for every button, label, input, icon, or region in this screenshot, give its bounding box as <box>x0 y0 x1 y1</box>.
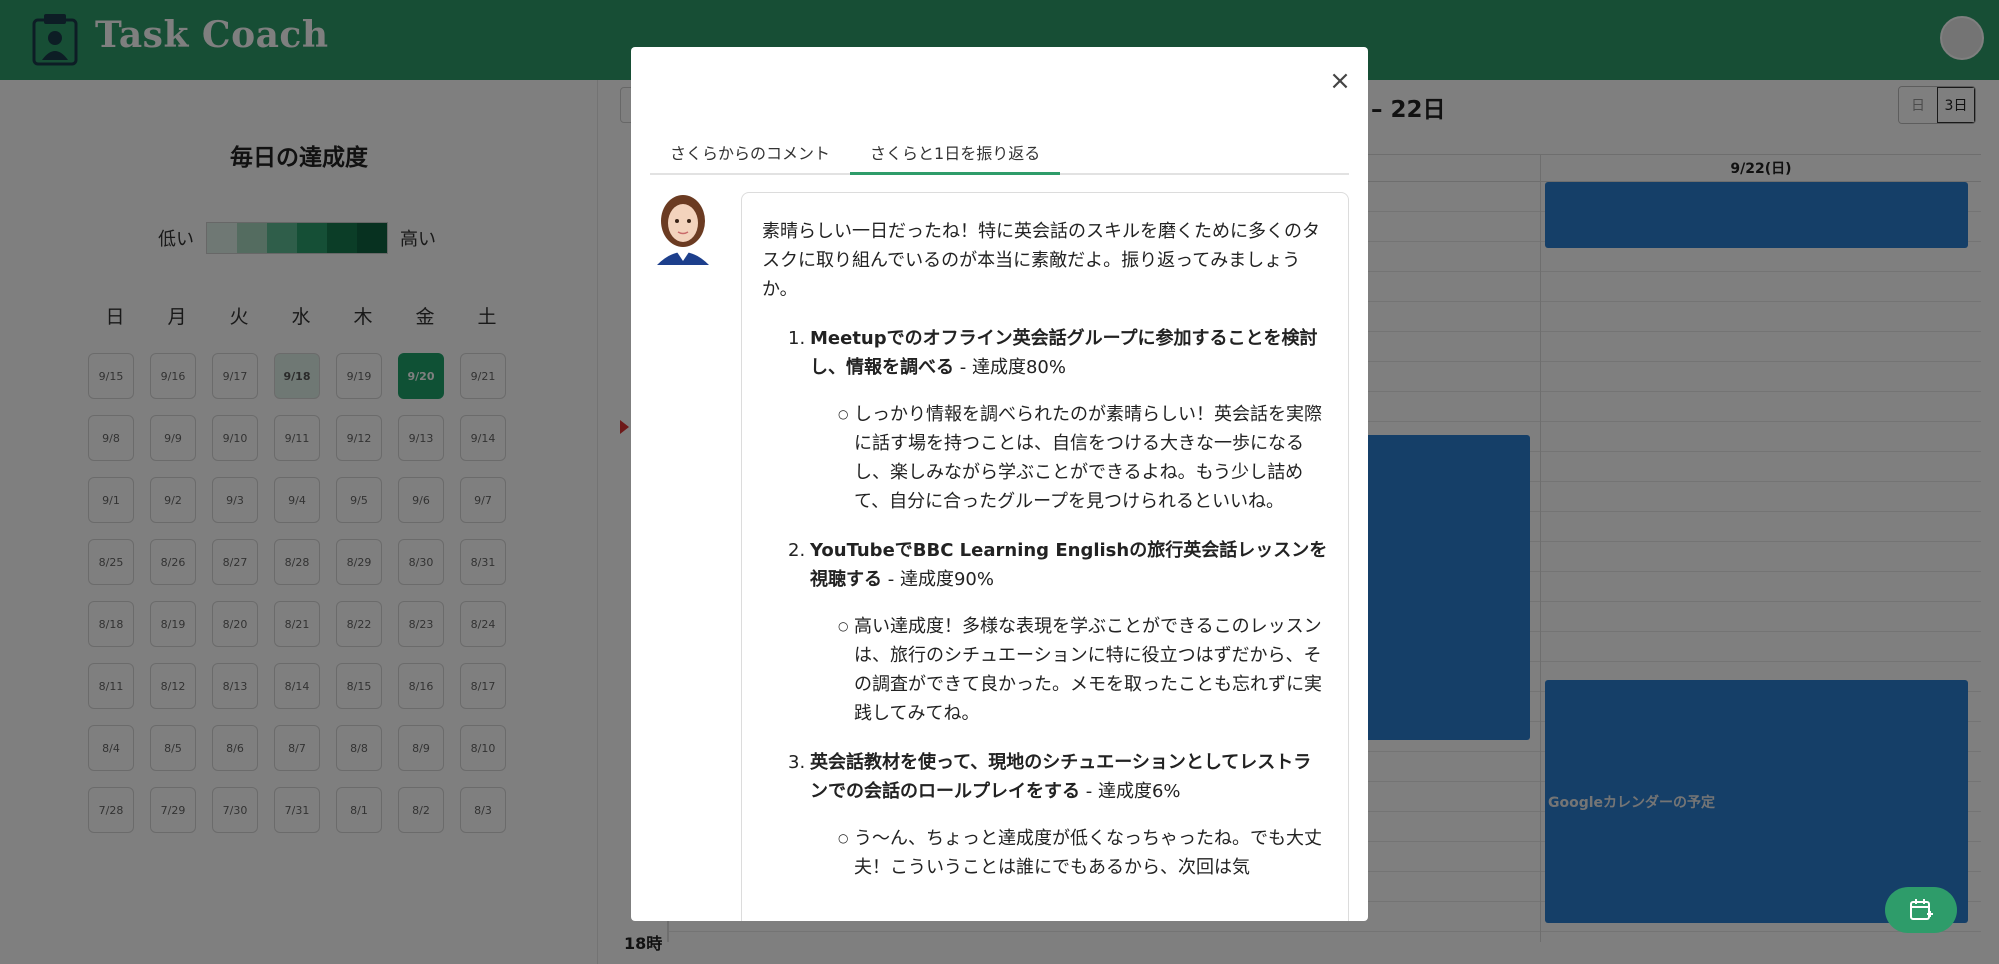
task-title: 英会話教材を使って、現地のシチュエーションとしてレストランでの会話のロールプレイ… <box>810 752 1312 802</box>
circle-bullet-icon: ○ <box>838 831 849 845</box>
list-item-comment: ○ 高い達成度！多様な表現を学ぶことができるこのレッスンは、旅行のシチュエーショ… <box>838 612 1328 728</box>
close-icon[interactable]: × <box>1325 67 1355 97</box>
circle-bullet-icon: ○ <box>838 407 849 421</box>
task-rate: - 達成度80% <box>954 357 1066 378</box>
task-comment: 高い達成度！多様な表現を学ぶことができるこのレッスンは、旅行のシチュエーションに… <box>854 616 1322 724</box>
list-item-number: 2. <box>788 540 806 561</box>
list-item-number: 1. <box>788 328 806 349</box>
task-rate: - 達成度90% <box>882 569 994 590</box>
coach-comment-modal: × さくらからのコメント さくらと1日を振り返る 素晴らしい一日だったね！特に英… <box>631 47 1368 921</box>
task-comment: しっかり情報を調べられたのが素晴らしい！英会話を実際に話す場を持つことは、自信を… <box>854 404 1322 512</box>
tab-sakura-comment[interactable]: さくらからのコメント <box>650 139 850 175</box>
tab-sakura-review[interactable]: さくらと1日を振り返る <box>850 139 1061 175</box>
list-item: 3. 英会話教材を使って、現地のシチュエーションとしてレストランでの会話のロール… <box>788 748 1328 806</box>
modal-tabs: さくらからのコメント さくらと1日を振り返る <box>650 139 1349 175</box>
task-comment: う〜ん、ちょっと達成度が低くなっちゃったね。でも大丈夫！こういうことは誰にでもあ… <box>854 828 1322 878</box>
coach-comment-bubble: 素晴らしい一日だったね！特に英会話のスキルを磨くために多くのタスクに取り組んでい… <box>741 192 1349 921</box>
task-rate: - 達成度6% <box>1080 781 1181 802</box>
list-item-comment: ○ しっかり情報を調べられたのが素晴らしい！英会話を実際に話す場を持つことは、自… <box>838 400 1328 516</box>
list-item: 2. YouTubeでBBC Learning Englishの旅行英会話レッス… <box>788 536 1328 594</box>
list-item-comment: ○ う〜ん、ちょっと達成度が低くなっちゃったね。でも大丈夫！こういうことは誰にで… <box>838 824 1328 882</box>
list-item: 1. Meetupでのオフライン英会話グループに参加することを検討し、情報を調べ… <box>788 324 1328 382</box>
add-event-button[interactable] <box>1885 887 1957 933</box>
list-item-number: 3. <box>788 752 806 773</box>
coach-avatar <box>651 191 715 265</box>
comment-intro: 素晴らしい一日だったね！特に英会話のスキルを磨くために多くのタスクに取り組んでい… <box>762 221 1320 300</box>
circle-bullet-icon: ○ <box>838 619 849 633</box>
calendar-add-icon <box>1910 899 1933 920</box>
